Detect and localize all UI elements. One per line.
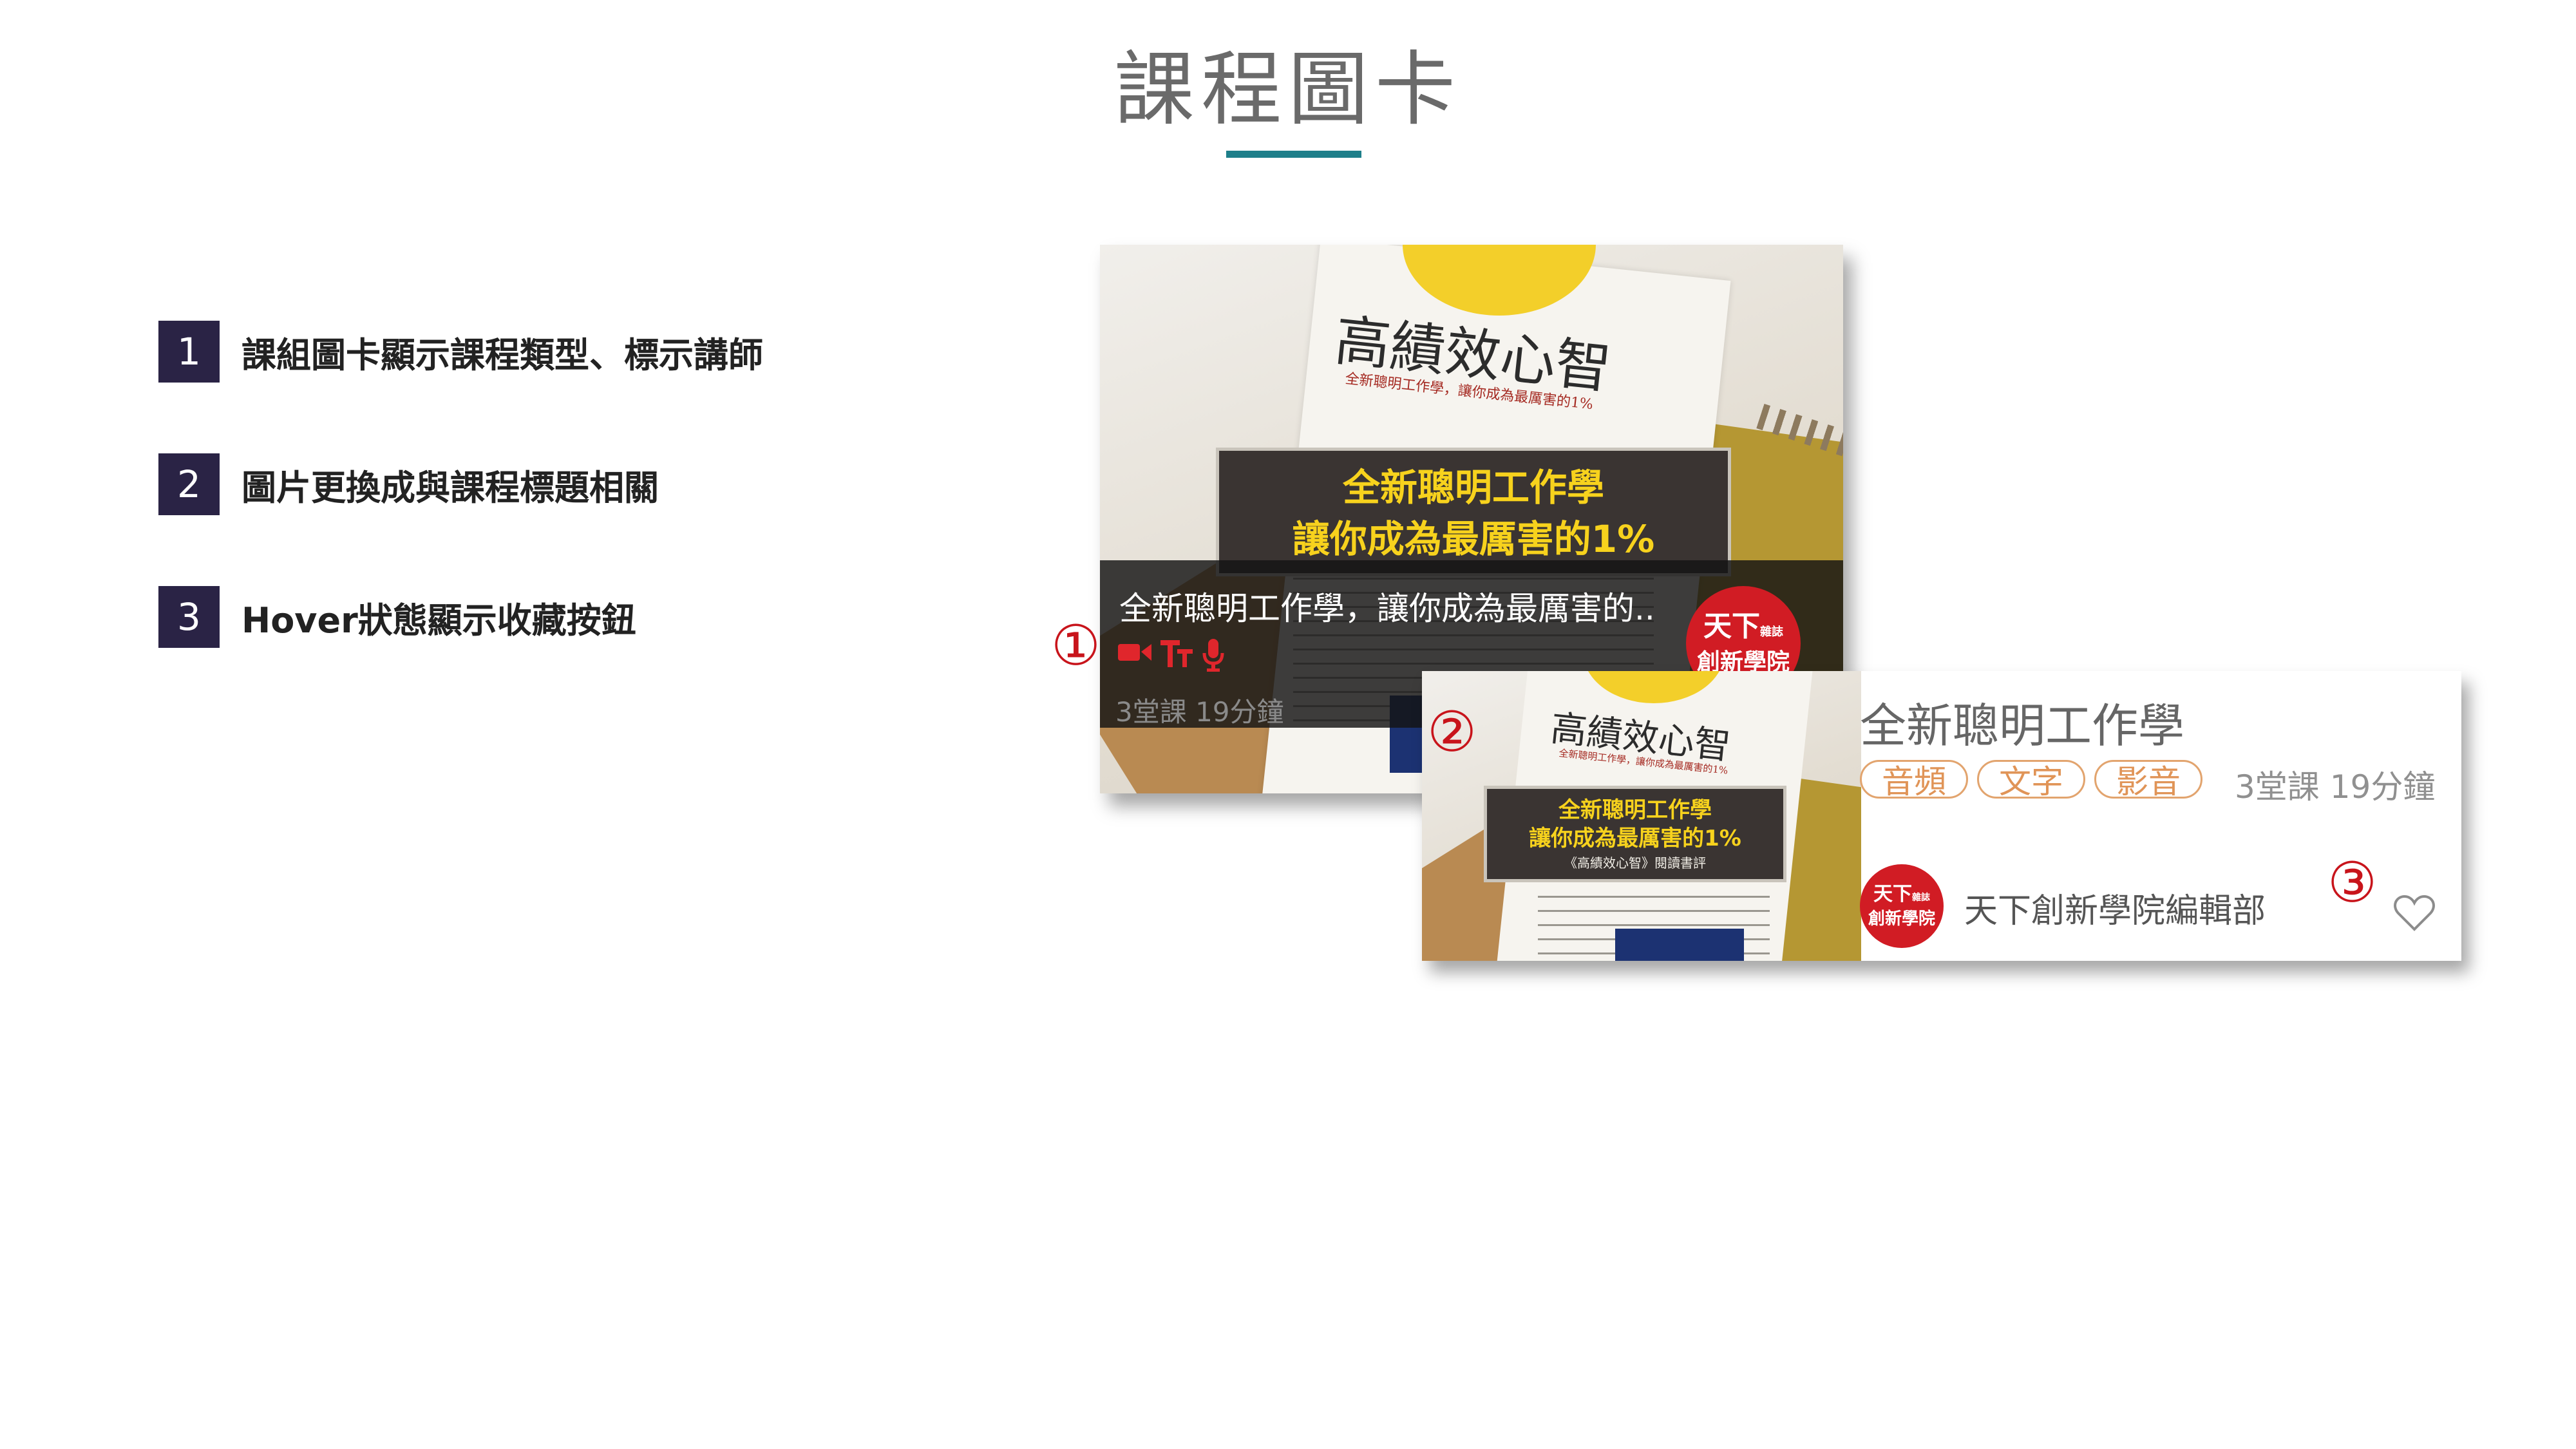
logo-text-sub: 創新學院 (1868, 909, 1935, 929)
marker-1: ① (1051, 614, 1101, 678)
page-title: 課程圖卡 (1114, 43, 1462, 137)
card-title: 全新聰明工作學 (1860, 699, 2185, 753)
list-item-text: 圖片更換成與課程標題相關 (242, 467, 659, 508)
tag-video: 影音 (2094, 760, 2202, 800)
logo-text-main: 天下 (1703, 609, 1760, 643)
number-badge: 1 (158, 321, 220, 383)
banner-caption: 《高績效心智》閱讀書評 (1564, 855, 1706, 871)
logo-text-small: 雜誌 (1912, 892, 1930, 903)
list-item-text: 課組圖卡顯示課程類型、標示講師 (242, 334, 763, 375)
heart-icon[interactable] (2393, 894, 2436, 933)
list-item-3: 3 Hover狀態顯示收藏按鈕 (158, 586, 636, 648)
banner-line-2: 讓你成為最厲害的1% (1529, 826, 1741, 851)
tag-text: 文字 (1977, 760, 2085, 800)
logo-text-main: 天下 (1873, 882, 1912, 905)
number-badge: 2 (158, 453, 220, 515)
video-icon (1118, 644, 1151, 661)
list-item-1: 1 課組圖卡顯示課程類型、標示講師 (158, 321, 763, 383)
list-item-text: Hover狀態顯示收藏按鈕 (242, 600, 636, 641)
title-underline (1226, 151, 1361, 158)
banner-line-1: 全新聰明工作學 (1342, 466, 1604, 509)
banner-line-1: 全新聰明工作學 (1558, 797, 1712, 823)
card-thumbnail: 高績效心智 全新聰明工作學，讓你成為最厲害的1% 全新聰明工作學 讓你成為最厲害… (1422, 671, 1861, 961)
marker-3: ③ (2327, 851, 2378, 915)
tag-audio: 音頻 (1860, 760, 1968, 800)
card-meta: 3堂課 19分鐘 (2235, 768, 2436, 806)
card-meta: 3堂課 19分鐘 (1115, 696, 1284, 728)
number-badge: 3 (158, 586, 220, 648)
marker-2: ② (1427, 700, 1477, 764)
course-card-hover[interactable]: 高績效心智 全新聰明工作學，讓你成為最厲害的1% 全新聰明工作學 讓你成為最厲害… (1422, 671, 2461, 961)
instructor-avatar[interactable]: 天下雜誌 創新學院 (1860, 864, 1944, 948)
instructor-name[interactable]: 天下創新學院編輯部 (1964, 884, 2266, 932)
microphone-icon (1202, 639, 1224, 672)
card-title: 全新聰明工作學，讓你成為最厲害的.. (1119, 590, 1655, 627)
logo-text-small: 雜誌 (1760, 625, 1783, 639)
banner-line-2: 讓你成為最厲害的1% (1292, 517, 1655, 561)
list-item-2: 2 圖片更換成與課程標題相關 (158, 453, 659, 515)
book-blue-block (1615, 929, 1744, 961)
text-icon (1160, 640, 1193, 667)
